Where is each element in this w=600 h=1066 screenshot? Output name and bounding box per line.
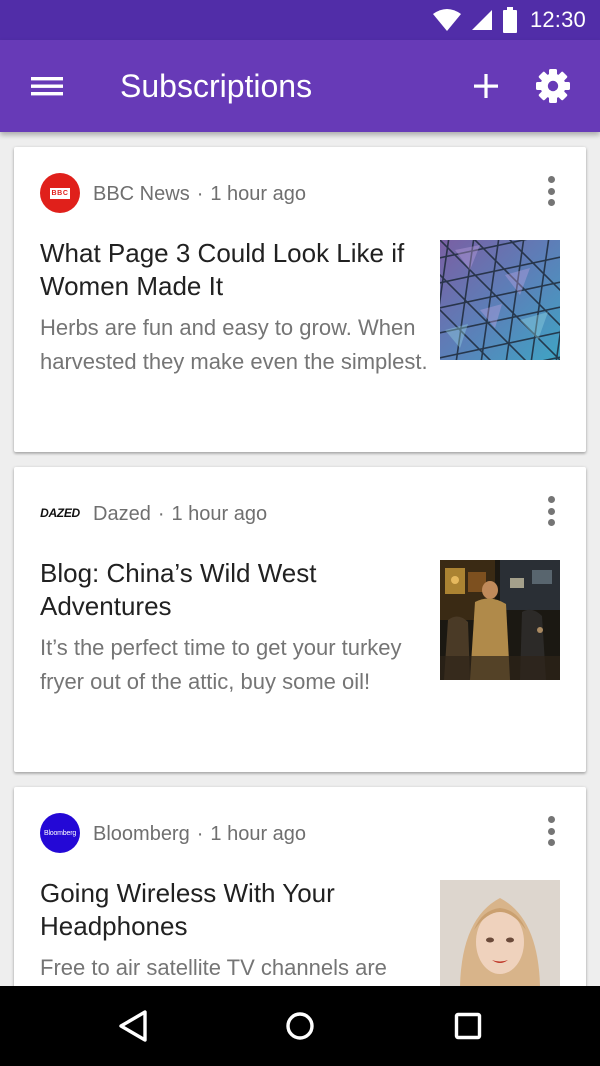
- app-bar: Subscriptions: [0, 40, 600, 132]
- more-vert-icon: [547, 496, 555, 503]
- article-summary: It’s the perfect time to get your turkey…: [40, 635, 402, 694]
- more-options-button[interactable]: [540, 814, 562, 848]
- settings-gear-icon: [536, 69, 570, 103]
- woman-portrait-image: [440, 880, 560, 986]
- system-navigation-bar: [0, 986, 600, 1066]
- article-headline[interactable]: Going Wireless With Your Headphones: [40, 877, 420, 943]
- article-summary: Herbs are fun and easy to grow. When har…: [40, 315, 428, 374]
- menu-button[interactable]: [28, 70, 66, 102]
- article-card[interactable]: BBC BBC News · 1 hour ago What Page 3 Coul…: [14, 147, 586, 452]
- recents-button[interactable]: [448, 1006, 488, 1046]
- hamburger-menu-icon: [31, 77, 63, 96]
- page-title: Subscriptions: [120, 68, 313, 104]
- separator: ·: [157, 503, 165, 525]
- subscriptions-feed[interactable]: BBC BBC News · 1 hour ago What Page 3 Coul…: [0, 132, 600, 986]
- article-thumbnail[interactable]: [440, 240, 560, 360]
- add-subscription-button[interactable]: [468, 68, 504, 104]
- night-market-street-image: [440, 560, 560, 680]
- source-name: Bloomberg: [93, 823, 190, 845]
- post-time: 1 hour ago: [210, 823, 307, 845]
- article-card[interactable]: DAZED Dazed · 1 hour ago Blog: China’s Wil…: [14, 467, 586, 772]
- wifi-icon: [432, 9, 461, 31]
- separator: ·: [196, 823, 204, 845]
- settings-button[interactable]: [534, 67, 572, 105]
- home-button[interactable]: [280, 1006, 320, 1046]
- dazed-logo-text: DAZED: [40, 506, 80, 520]
- bloomberg-logo-text: Bloomberg: [43, 829, 77, 837]
- bloomberg-logo-icon: Bloomberg: [40, 813, 80, 853]
- add-icon: [474, 74, 498, 98]
- geometric-glass-ceiling-image: [440, 240, 560, 360]
- article-card[interactable]: Bloomberg Bloomberg · 1 hour ago Going Wir…: [14, 787, 586, 986]
- more-vert-icon: [547, 816, 555, 823]
- cellular-signal-icon: [471, 10, 492, 30]
- more-vert-icon: [547, 176, 555, 183]
- more-options-button[interactable]: [540, 174, 562, 208]
- bbc-logo-text: BBC: [49, 187, 71, 199]
- recents-icon: [454, 1012, 482, 1040]
- dazed-logo-icon: DAZED: [40, 493, 80, 533]
- bbc-news-logo-icon: BBC: [40, 173, 80, 213]
- back-icon: [119, 1010, 147, 1042]
- separator: ·: [196, 183, 204, 205]
- post-time: 1 hour ago: [171, 503, 268, 525]
- status-bar: 12:30: [0, 0, 600, 40]
- source-name: Dazed: [93, 503, 151, 525]
- post-time: 1 hour ago: [210, 183, 307, 205]
- status-time: 12:30: [529, 7, 586, 32]
- back-button[interactable]: [113, 1006, 153, 1046]
- source-line: Dazed · 1 hour ago: [93, 500, 267, 528]
- source-line: BBC News · 1 hour ago: [93, 180, 306, 208]
- article-thumbnail[interactable]: [440, 880, 560, 986]
- article-thumbnail[interactable]: [440, 560, 560, 680]
- battery-icon: [502, 7, 517, 33]
- source-line: Bloomberg · 1 hour ago: [93, 820, 306, 848]
- more-options-button[interactable]: [540, 494, 562, 528]
- article-headline[interactable]: What Page 3 Could Look Like if Women Mad…: [40, 237, 420, 303]
- article-summary: Free to air satellite TV channels are: [40, 955, 387, 980]
- source-name: BBC News: [93, 183, 190, 205]
- status-icons: 12:30: [432, 0, 586, 40]
- article-headline[interactable]: Blog: China’s Wild West Adventures: [40, 557, 420, 623]
- home-icon: [286, 1012, 314, 1040]
